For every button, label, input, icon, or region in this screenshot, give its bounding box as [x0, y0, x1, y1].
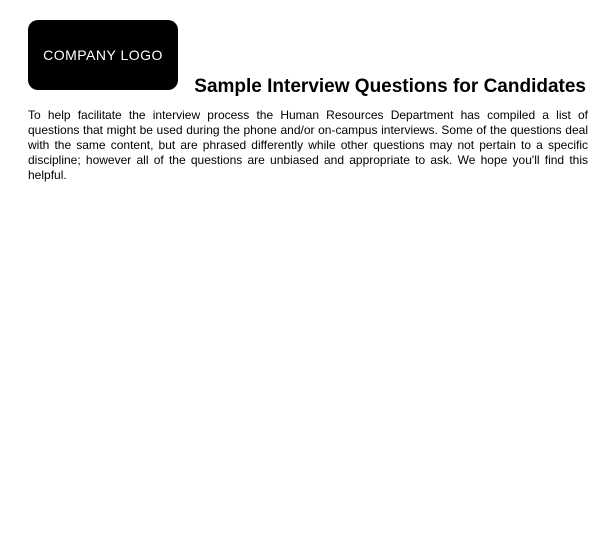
logo-text: COMPANY LOGO: [43, 47, 163, 63]
intro-paragraph: To help facilitate the interview process…: [28, 108, 588, 183]
page-title: Sample Interview Questions for Candidate…: [28, 76, 588, 98]
